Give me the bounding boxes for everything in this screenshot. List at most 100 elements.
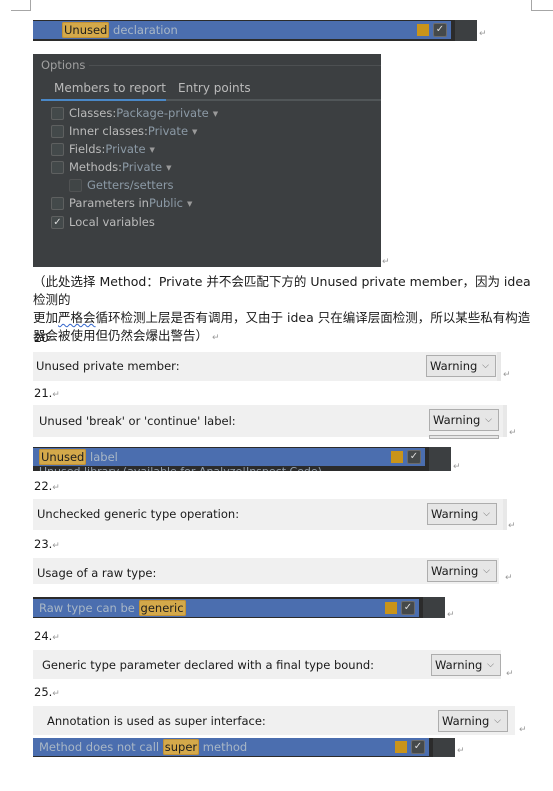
paragraph-mark: ↵	[457, 746, 465, 756]
setting-row-raw-type: Usage of a raw type: Warning ⌵	[33, 558, 499, 584]
dropdown-arrow-icon[interactable]: ▼	[166, 164, 171, 172]
note-line: （此处选择 Method：Private 并不会匹配下方的 Unused pri…	[33, 274, 531, 307]
option-local-variables[interactable]: ✓ Local variables	[51, 214, 155, 230]
divider	[503, 405, 507, 437]
inspection-enabled-checkbox[interactable]: ✓	[433, 23, 447, 37]
visibility-dropdown[interactable]: Private	[122, 160, 162, 174]
section-number: 25.↵	[34, 685, 60, 699]
scrollbar[interactable]	[433, 738, 455, 757]
severity-select[interactable]: Warning ⌵	[427, 560, 497, 582]
paragraph-mark: ↵	[479, 29, 487, 39]
setting-row-annotation-super-interface: Annotation is used as super interface: W…	[33, 706, 515, 735]
severity-warning-icon	[391, 451, 403, 463]
visibility-dropdown[interactable]: Private	[148, 124, 188, 138]
options-tabs: Members to report Entry points	[41, 76, 381, 101]
document-page: Unused declaration ✓ ↵ Options Members t…	[0, 0, 553, 791]
note-line: 更加严格会循环检测上层是否有调用，又由于 idea 只在编译层面检测，所以某些私…	[33, 310, 531, 325]
dropdown-arrow-icon[interactable]: ▼	[187, 200, 192, 208]
inspection-strip-super-method: Method does not call super method ✓	[33, 738, 455, 757]
dropdown-arrow-icon[interactable]: ▼	[192, 128, 197, 136]
checkbox[interactable]	[51, 161, 64, 174]
option-getters-setters[interactable]: Getters/setters	[69, 177, 174, 193]
search-highlight: generic	[138, 600, 186, 616]
chevron-down-icon: ⌵	[483, 566, 490, 576]
page-corner-mark	[531, 0, 553, 11]
paragraph-mark: ↵	[506, 669, 514, 679]
checkbox[interactable]	[69, 179, 82, 192]
severity-select[interactable]: Warning ⌵	[438, 710, 508, 732]
paragraph-mark: ↵	[503, 370, 511, 380]
paragraph-mark: ↵	[519, 725, 527, 735]
chevron-down-icon: ⌵	[494, 716, 501, 726]
inspection-enabled-checkbox[interactable]: ✓	[407, 450, 421, 464]
checkbox-checked[interactable]: ✓	[51, 216, 64, 229]
option-parameters[interactable]: Parameters inPublic ▼	[51, 195, 192, 211]
setting-row-final-type-bound: Generic type parameter declared with a f…	[33, 650, 501, 679]
paragraph-mark: ↵	[382, 257, 390, 267]
chevron-down-icon: ⌵	[483, 509, 490, 519]
inspection-row[interactable]: Unused label ✓	[33, 448, 425, 466]
inspection-row[interactable]: Method does not call super method ✓	[33, 738, 429, 756]
severity-warning-icon	[395, 741, 407, 753]
checkbox[interactable]	[51, 143, 64, 156]
paragraph-mark: ↵	[453, 462, 461, 472]
paragraph-mark: ↵	[505, 573, 513, 583]
tab-entry-points[interactable]: Entry points	[178, 78, 251, 101]
inspection-label: declaration	[109, 23, 178, 37]
option-methods[interactable]: Methods:Private ▼	[51, 159, 171, 175]
setting-label: Annotation is used as super interface:	[47, 714, 266, 728]
inspection-label: Method does not call	[39, 740, 163, 754]
severity-select[interactable]: Warning ⌵	[427, 503, 497, 525]
search-highlight: Unused	[62, 22, 110, 38]
chevron-down-icon: ⌵	[482, 361, 489, 371]
page-corner-mark	[11, 0, 31, 11]
inspection-enabled-checkbox[interactable]: ✓	[401, 601, 415, 615]
severity-warning-icon	[417, 24, 429, 36]
search-highlight: super	[162, 739, 200, 755]
visibility-dropdown[interactable]: Private	[105, 142, 145, 156]
inspection-label: Raw type can be	[39, 601, 139, 615]
options-title: Options	[41, 58, 86, 72]
setting-label: Usage of a raw type:	[37, 566, 157, 580]
chevron-down-icon: ⌵	[487, 660, 494, 670]
setting-row-unchecked-generic: Unchecked generic type operation: Warnin…	[33, 499, 507, 530]
checkbox[interactable]	[51, 107, 64, 120]
section-number: 20↵	[34, 331, 57, 345]
spellcheck-underline: 严格会	[58, 310, 96, 325]
severity-select[interactable]: Warning ⌵	[429, 409, 499, 431]
checkbox[interactable]	[51, 125, 64, 138]
setting-label: Unused 'break' or 'continue' label:	[39, 414, 236, 428]
paragraph-mark: ↵	[509, 428, 517, 438]
paragraph-mark: ↵	[447, 610, 455, 620]
chevron-down-icon: ⌵	[485, 415, 492, 425]
visibility-dropdown[interactable]: Package-private	[116, 106, 208, 120]
section-number: 23.↵	[34, 537, 60, 551]
option-classes[interactable]: Classes:Package-private ▼	[51, 105, 218, 121]
inspection-row[interactable]: Raw type can be generic ✓	[33, 599, 419, 617]
note-paragraph: （此处选择 Method：Private 并不会匹配下方的 Unused pri…	[33, 273, 538, 347]
severity-select[interactable]: Warning ⌵	[426, 355, 496, 377]
dropdown-arrow-icon[interactable]: ▼	[213, 110, 218, 118]
inspection-strip-raw-type: Raw type can be generic ✓	[33, 597, 445, 618]
divider	[497, 352, 501, 381]
visibility-dropdown[interactable]: Public	[149, 196, 183, 210]
setting-row-unused-break-label: Unused 'break' or 'continue' label: Warn…	[33, 405, 507, 439]
tab-members-to-report[interactable]: Members to report	[41, 78, 166, 101]
inspection-row[interactable]: Unused declaration ✓	[33, 21, 451, 39]
setting-label: Unchecked generic type operation:	[37, 507, 240, 521]
inspection-strip-unused-label: Unused label ✓ Unused library (available…	[33, 447, 451, 471]
checkbox[interactable]	[51, 197, 64, 210]
scrollbar[interactable]	[423, 597, 445, 618]
option-fields[interactable]: Fields:Private ▼	[51, 141, 155, 157]
inspection-row-clipped: Unused library (available for Analyze|In…	[39, 465, 322, 471]
inspection-strip-unused-declaration: Unused declaration ✓	[33, 20, 477, 41]
scrollbar[interactable]	[429, 447, 451, 471]
dropdown-arrow-icon[interactable]: ▼	[150, 146, 155, 154]
setting-label: Generic type parameter declared with a f…	[42, 658, 375, 672]
inspection-enabled-checkbox[interactable]: ✓	[411, 740, 425, 754]
scrollbar[interactable]	[455, 20, 477, 41]
severity-warning-icon	[385, 602, 397, 614]
option-inner-classes[interactable]: Inner classes:Private ▼	[51, 123, 197, 139]
divider	[89, 65, 381, 66]
severity-select[interactable]: Warning ⌵	[431, 654, 501, 676]
